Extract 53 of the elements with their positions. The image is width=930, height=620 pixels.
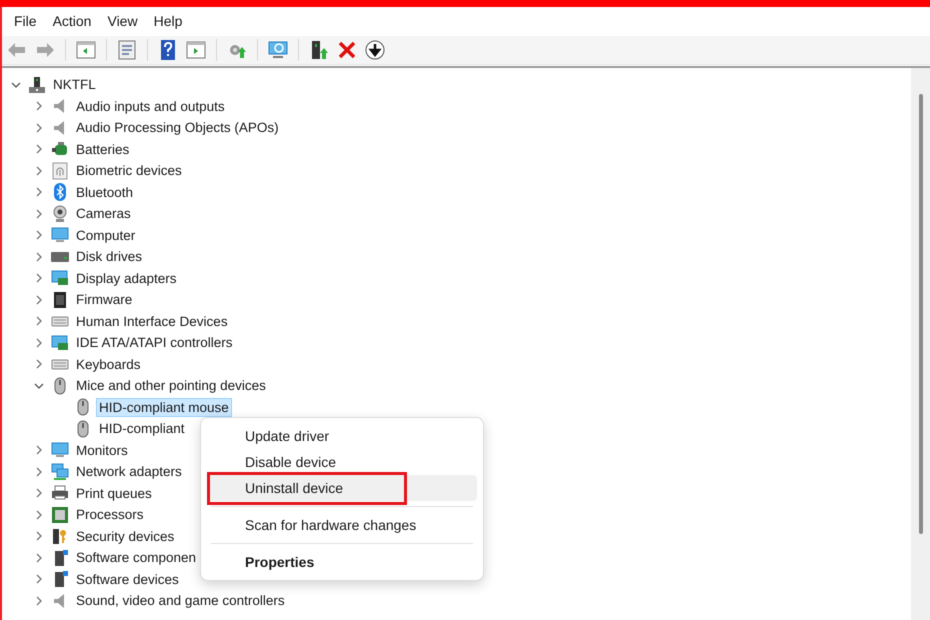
- tree-item[interactable]: Software componen: [73, 548, 200, 568]
- scrollbar-thumb[interactable]: [918, 94, 922, 534]
- down-arrow-circle-button[interactable]: [364, 39, 386, 61]
- tree-item[interactable]: IDE ATA/ATAPI controllers: [73, 333, 236, 352]
- tree-item[interactable]: Firmware: [73, 290, 136, 310]
- tree-item[interactable]: NKTFL: [50, 75, 99, 94]
- tree-item[interactable]: Security devices: [73, 526, 178, 546]
- tree-item[interactable]: Keyboards: [73, 354, 144, 374]
- fingerprint-icon: [51, 162, 69, 180]
- menu-item[interactable]: Action: [44, 9, 100, 34]
- processor-icon: [51, 506, 69, 524]
- webcam-icon: [51, 204, 69, 223]
- tree-item[interactable]: Monitors: [73, 440, 131, 460]
- tree-item[interactable]: Sound, video and game controllers: [73, 591, 288, 610]
- close-button[interactable]: [336, 39, 358, 61]
- tree-item[interactable]: Biometric devices: [73, 161, 185, 180]
- tree-item[interactable]: Batteries: [73, 140, 132, 159]
- menu-item[interactable]: File: [6, 9, 45, 34]
- tree-item[interactable]: HID-compliant: [96, 419, 188, 438]
- network-icon: [51, 462, 69, 481]
- tree-item[interactable]: Mice and other pointing devices: [73, 376, 269, 396]
- document-window-button[interactable]: [116, 39, 138, 61]
- window-pane-button[interactable]: [185, 39, 207, 61]
- tree-item[interactable]: Human Interface Devices: [73, 312, 231, 331]
- tree-item[interactable]: Cameras: [73, 204, 134, 224]
- menu-item[interactable]: Properties: [207, 549, 477, 575]
- menu-item[interactable]: Disable device: [207, 449, 477, 475]
- tree-item[interactable]: Disk drives: [73, 247, 146, 266]
- tree-item[interactable]: Print queues: [73, 484, 155, 503]
- tree-item[interactable]: HID-compliant mouse: [96, 398, 232, 417]
- chip-icon: [51, 290, 69, 309]
- bluetooth-icon: [51, 183, 69, 202]
- tree-item[interactable]: Software devices: [73, 570, 182, 589]
- tree-item[interactable]: Audio inputs and outputs: [73, 96, 228, 116]
- key-icon: [51, 527, 69, 546]
- monitor-search-button[interactable]: [267, 39, 289, 61]
- tree-item[interactable]: Processors: [73, 505, 147, 524]
- network-computer-icon: [28, 76, 46, 94]
- tree-item[interactable]: Display adapters: [73, 268, 180, 288]
- monitor-icon: [51, 226, 69, 244]
- monitor-icon: [51, 441, 69, 460]
- menu-item[interactable]: Help: [146, 9, 190, 34]
- display-card-icon: [51, 334, 69, 352]
- tree-item[interactable]: Network adapters: [73, 462, 185, 482]
- printer-icon: [51, 484, 69, 502]
- tree-item[interactable]: Bluetooth: [73, 182, 136, 202]
- display-card-icon: [51, 269, 69, 288]
- window-pane-button[interactable]: [75, 39, 97, 61]
- tree-item[interactable]: Audio Processing Objects (APOs): [73, 118, 282, 138]
- tree-item[interactable]: Computer: [73, 226, 138, 245]
- menu-item[interactable]: Scan for hardware changes: [207, 512, 477, 538]
- menu-item[interactable]: Update driver: [207, 423, 477, 449]
- menu-item[interactable]: View: [99, 9, 146, 34]
